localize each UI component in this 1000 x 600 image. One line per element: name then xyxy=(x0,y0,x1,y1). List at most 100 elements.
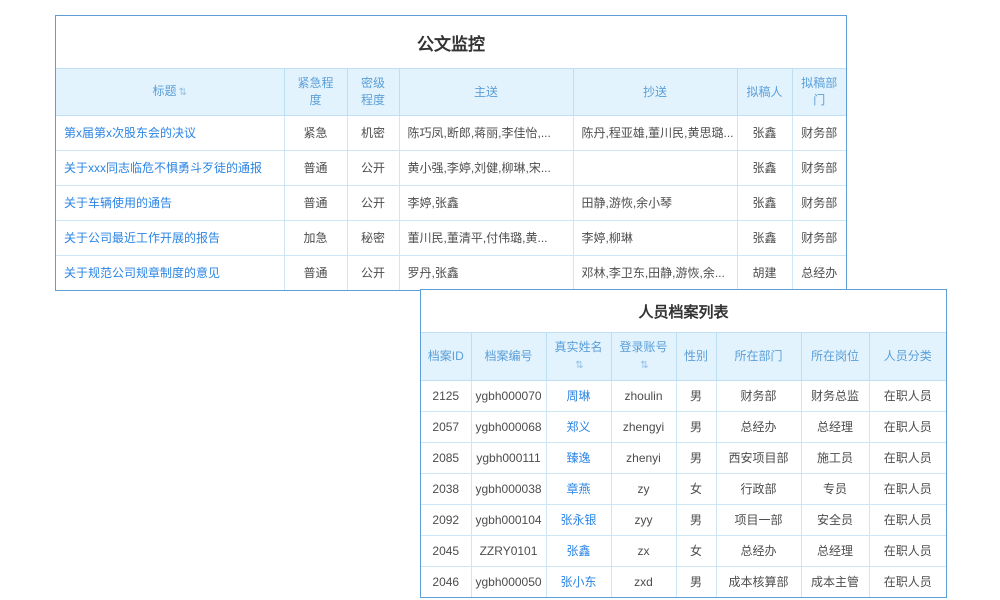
doc-header-title[interactable]: 标题⇅ xyxy=(56,69,284,116)
personnel-name-link[interactable]: 臻逸 xyxy=(566,451,590,465)
personnel-name-link[interactable]: 郑义 xyxy=(566,420,590,434)
personnel-cell-post: 施工员 xyxy=(801,443,869,474)
personnel-header-gender: 性别 xyxy=(676,333,716,381)
doc-cell-draft-dept: 财务部 xyxy=(792,116,846,151)
doc-title-link[interactable]: 关于公司最近工作开展的报告 xyxy=(64,231,220,245)
doc-cell-cc: 田静,游恢,余小琴 xyxy=(573,186,737,221)
personnel-cell-id: 2092 xyxy=(421,505,471,536)
doc-title-link[interactable]: 关于车辆使用的通告 xyxy=(64,196,172,210)
doc-header-row: 标题⇅ 紧急程度 密级程度 主送 抄送 拟稿人 拟稿部门 xyxy=(56,69,846,116)
personnel-cell-dept: 行政部 xyxy=(716,474,801,505)
doc-cell-urgency: 紧急 xyxy=(284,116,347,151)
table-row: 2125 ygbh000070 周琳 zhoulin 男 财务部 财务总监 在职… xyxy=(421,381,946,412)
table-row: 2045 ZZRY0101 张鑫 zx 女 总经办 总经理 在职人员 xyxy=(421,536,946,567)
personnel-cell-gender: 男 xyxy=(676,567,716,598)
doc-cell-urgency: 普通 xyxy=(284,256,347,291)
personnel-cell-code: ZZRY0101 xyxy=(471,536,546,567)
doc-title-link[interactable]: 关于规范公司规章制度的意见 xyxy=(64,266,220,280)
personnel-name-link[interactable]: 张小东 xyxy=(560,575,596,589)
personnel-header-code: 档案编号 xyxy=(471,333,546,381)
personnel-cell-post: 安全员 xyxy=(801,505,869,536)
table-row: 2038 ygbh000038 章燕 zy 女 行政部 专员 在职人员 xyxy=(421,474,946,505)
doc-cell-cc: 邓林,李卫东,田静,游恢,余... xyxy=(573,256,737,291)
personnel-cell-category: 在职人员 xyxy=(869,412,946,443)
personnel-cell-post: 财务总监 xyxy=(801,381,869,412)
doc-cell-cc: 李婷,柳琳 xyxy=(573,221,737,256)
personnel-cell-post: 专员 xyxy=(801,474,869,505)
doc-cell-draft-dept: 财务部 xyxy=(792,186,846,221)
personnel-header-name-label: 真实姓名 xyxy=(554,340,602,354)
doc-header-urgency: 紧急程度 xyxy=(284,69,347,116)
doc-title-link[interactable]: 关于xxx同志临危不惧勇斗歹徒的通报 xyxy=(64,161,262,175)
personnel-cell-dept: 财务部 xyxy=(716,381,801,412)
personnel-cell-category: 在职人员 xyxy=(869,536,946,567)
doc-cell-draft-dept: 财务部 xyxy=(792,221,846,256)
personnel-header-id: 档案ID xyxy=(421,333,471,381)
doc-cell-main-to: 董川民,董清平,付伟璐,黄... xyxy=(399,221,573,256)
doc-cell-drafter: 胡建 xyxy=(737,256,792,291)
doc-cell-main-to: 陈巧凤,断郎,蒋丽,李佳怡,... xyxy=(399,116,573,151)
personnel-cell-id: 2085 xyxy=(421,443,471,474)
personnel-header-account-label: 登录账号 xyxy=(619,340,667,354)
personnel-cell-id: 2045 xyxy=(421,536,471,567)
personnel-cell-post: 总经理 xyxy=(801,412,869,443)
doc-cell-urgency: 普通 xyxy=(284,151,347,186)
doc-cell-title: 关于公司最近工作开展的报告 xyxy=(56,221,284,256)
personnel-cell-name: 张鑫 xyxy=(546,536,611,567)
personnel-cell-gender: 男 xyxy=(676,412,716,443)
personnel-cell-id: 2046 xyxy=(421,567,471,598)
doc-header-drafter: 拟稿人 xyxy=(737,69,792,116)
personnel-header-row: 档案ID 档案编号 真实姓名⇅ 登录账号⇅ 性别 所在部门 所在岗位 人员分类 xyxy=(421,333,946,381)
sort-icon: ⇅ xyxy=(179,87,187,98)
personnel-cell-category: 在职人员 xyxy=(869,381,946,412)
personnel-cell-category: 在职人员 xyxy=(869,567,946,598)
personnel-cell-post: 总经理 xyxy=(801,536,869,567)
personnel-cell-category: 在职人员 xyxy=(869,505,946,536)
personnel-cell-account: zyy xyxy=(611,505,676,536)
doc-title-link[interactable]: 第x届第x次股东会的决议 xyxy=(64,126,196,140)
doc-header-title-label: 标题 xyxy=(153,84,177,98)
personnel-header-name[interactable]: 真实姓名⇅ xyxy=(546,333,611,381)
doc-cell-secrecy: 公开 xyxy=(347,151,399,186)
doc-header-cc: 抄送 xyxy=(573,69,737,116)
personnel-cell-dept: 总经办 xyxy=(716,536,801,567)
table-row: 2046 ygbh000050 张小东 zxd 男 成本核算部 成本主管 在职人… xyxy=(421,567,946,598)
document-monitor-title: 公文监控 xyxy=(56,16,846,69)
personnel-cell-account: zhenyi xyxy=(611,443,676,474)
personnel-cell-name: 张小东 xyxy=(546,567,611,598)
personnel-name-link[interactable]: 张鑫 xyxy=(566,544,590,558)
personnel-cell-gender: 女 xyxy=(676,474,716,505)
doc-cell-urgency: 普通 xyxy=(284,186,347,221)
personnel-header-category: 人员分类 xyxy=(869,333,946,381)
personnel-name-link[interactable]: 张永银 xyxy=(560,513,596,527)
personnel-name-link[interactable]: 章燕 xyxy=(566,482,590,496)
doc-cell-title: 关于xxx同志临危不惧勇斗歹徒的通报 xyxy=(56,151,284,186)
doc-cell-cc xyxy=(573,151,737,186)
table-row: 关于车辆使用的通告 普通 公开 李婷,张鑫 田静,游恢,余小琴 张鑫 财务部 xyxy=(56,186,846,221)
doc-cell-secrecy: 公开 xyxy=(347,256,399,291)
doc-cell-drafter: 张鑫 xyxy=(737,186,792,221)
personnel-name-link[interactable]: 周琳 xyxy=(566,389,590,403)
doc-cell-draft-dept: 财务部 xyxy=(792,151,846,186)
doc-cell-main-to: 李婷,张鑫 xyxy=(399,186,573,221)
table-row: 关于xxx同志临危不惧勇斗歹徒的通报 普通 公开 黄小强,李婷,刘健,柳琳,宋.… xyxy=(56,151,846,186)
personnel-cell-name: 周琳 xyxy=(546,381,611,412)
doc-cell-title: 关于车辆使用的通告 xyxy=(56,186,284,221)
doc-cell-secrecy: 公开 xyxy=(347,186,399,221)
personnel-cell-gender: 男 xyxy=(676,381,716,412)
personnel-header-post: 所在岗位 xyxy=(801,333,869,381)
personnel-header-account[interactable]: 登录账号⇅ xyxy=(611,333,676,381)
personnel-archive-table: 档案ID 档案编号 真实姓名⇅ 登录账号⇅ 性别 所在部门 所在岗位 人员分类 … xyxy=(421,333,946,597)
personnel-cell-category: 在职人员 xyxy=(869,443,946,474)
doc-cell-title: 关于规范公司规章制度的意见 xyxy=(56,256,284,291)
table-row: 2057 ygbh000068 郑义 zhengyi 男 总经办 总经理 在职人… xyxy=(421,412,946,443)
doc-cell-drafter: 张鑫 xyxy=(737,221,792,256)
personnel-cell-id: 2038 xyxy=(421,474,471,505)
personnel-cell-gender: 女 xyxy=(676,536,716,567)
table-row: 关于公司最近工作开展的报告 加急 秘密 董川民,董清平,付伟璐,黄... 李婷,… xyxy=(56,221,846,256)
personnel-cell-code: ygbh000068 xyxy=(471,412,546,443)
personnel-cell-code: ygbh000038 xyxy=(471,474,546,505)
personnel-header-dept: 所在部门 xyxy=(716,333,801,381)
personnel-cell-gender: 男 xyxy=(676,505,716,536)
document-monitor-table: 标题⇅ 紧急程度 密级程度 主送 抄送 拟稿人 拟稿部门 第x届第x次股东会的决… xyxy=(56,69,846,290)
